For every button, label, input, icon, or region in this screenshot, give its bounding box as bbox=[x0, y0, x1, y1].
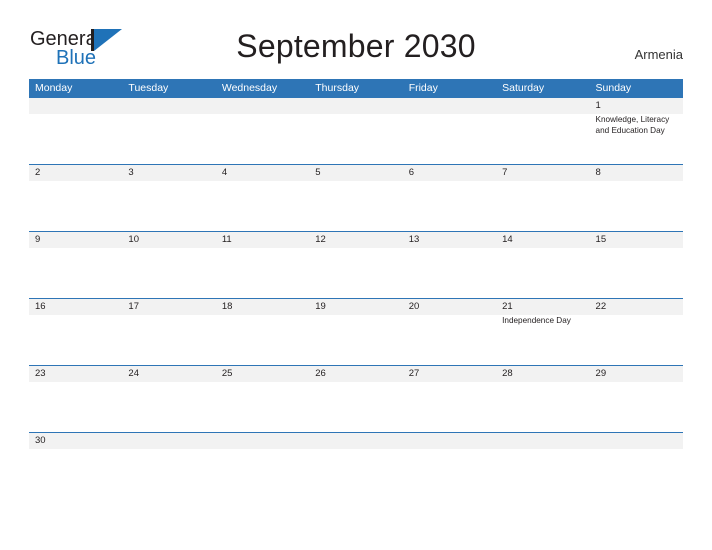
day-cell[interactable]: 20 bbox=[403, 299, 496, 365]
weekday-header-wednesday: Wednesday bbox=[221, 82, 278, 94]
day-number: 14 bbox=[502, 234, 513, 245]
day-cell[interactable]: 4 bbox=[216, 165, 309, 231]
weekday-header-sunday: Sunday bbox=[595, 82, 632, 94]
day-cell[interactable]: 17 bbox=[122, 299, 215, 365]
day-cell[interactable]: 30 bbox=[29, 433, 122, 499]
day-number: 12 bbox=[315, 234, 326, 245]
day-cell[interactable] bbox=[216, 433, 309, 499]
day-cell[interactable] bbox=[403, 433, 496, 499]
day-number: 16 bbox=[35, 301, 46, 312]
week-row: 23 24 25 26 27 28 29 bbox=[29, 365, 683, 432]
day-cell[interactable]: 1 Knowledge, Literacy and Education Day bbox=[590, 98, 683, 164]
day-cell[interactable]: 5 bbox=[309, 165, 402, 231]
day-number: 29 bbox=[595, 368, 607, 379]
day-cell[interactable]: 2 bbox=[29, 165, 122, 231]
day-number: 23 bbox=[35, 368, 46, 379]
calendar-page: General Blue September 2030 Armenia Mond… bbox=[0, 0, 712, 550]
day-number: 20 bbox=[408, 301, 420, 312]
day-number: 24 bbox=[128, 368, 139, 379]
day-cell[interactable] bbox=[590, 433, 683, 499]
page-header: General Blue September 2030 Armenia bbox=[0, 0, 712, 79]
day-number: 10 bbox=[128, 234, 139, 245]
day-number: 6 bbox=[408, 167, 414, 178]
day-number: 18 bbox=[221, 301, 233, 312]
day-number: 1 bbox=[595, 100, 601, 111]
day-number: 4 bbox=[221, 167, 228, 178]
day-cell[interactable]: 22 bbox=[590, 299, 683, 365]
week-row: 2 3 4 5 6 7 8 bbox=[29, 164, 683, 231]
day-cell[interactable]: 21 Independence Day bbox=[496, 299, 589, 365]
day-cell[interactable]: 23 bbox=[29, 366, 122, 432]
week-row: 9 10 11 12 13 14 15 bbox=[29, 231, 683, 298]
weekday-header-saturday: Saturday bbox=[502, 82, 545, 94]
day-cell[interactable]: 26 bbox=[309, 366, 402, 432]
day-cell[interactable]: 9 bbox=[29, 232, 122, 298]
calendar-grid: Monday Tuesday Wednesday Thursday Friday… bbox=[29, 79, 683, 499]
day-cell[interactable]: 12 bbox=[309, 232, 402, 298]
day-cell[interactable]: 13 bbox=[403, 232, 496, 298]
day-cell[interactable]: 18 bbox=[216, 299, 309, 365]
day-number: 30 bbox=[35, 435, 46, 446]
day-cell[interactable] bbox=[496, 433, 589, 499]
day-cell[interactable]: 16 bbox=[29, 299, 122, 365]
day-cell[interactable]: 29 bbox=[590, 366, 683, 432]
day-number: 11 bbox=[221, 234, 232, 245]
day-number: 9 bbox=[35, 234, 41, 245]
day-cell[interactable]: 10 bbox=[122, 232, 215, 298]
day-cell[interactable]: 3 bbox=[122, 165, 215, 231]
day-cell[interactable]: 8 bbox=[590, 165, 683, 231]
week-row: 16 17 18 19 20 21 Independence Day 22 bbox=[29, 298, 683, 365]
weekday-header-thursday: Thursday bbox=[315, 82, 360, 94]
weekday-header-monday: Monday bbox=[35, 82, 73, 94]
country-label: Armenia bbox=[634, 47, 683, 62]
day-cell[interactable]: 11 bbox=[216, 232, 309, 298]
weekday-header-tuesday: Tuesday bbox=[128, 82, 169, 94]
day-number: 2 bbox=[35, 167, 41, 178]
day-cell[interactable] bbox=[309, 433, 402, 499]
day-number: 17 bbox=[128, 301, 139, 312]
day-number: 22 bbox=[595, 301, 607, 312]
day-number: 15 bbox=[595, 234, 607, 245]
day-cell[interactable]: 19 bbox=[309, 299, 402, 365]
weekday-header-friday: Friday bbox=[408, 82, 438, 94]
day-number: 8 bbox=[595, 167, 601, 178]
day-number: 19 bbox=[315, 301, 326, 312]
day-number: 28 bbox=[502, 368, 513, 379]
day-event: Knowledge, Literacy and Education Day bbox=[595, 115, 670, 135]
day-cell[interactable] bbox=[216, 98, 309, 164]
day-number: 5 bbox=[315, 167, 321, 178]
day-cell[interactable]: 7 bbox=[496, 165, 589, 231]
day-number: 21 bbox=[502, 301, 513, 312]
day-cell[interactable]: 15 bbox=[590, 232, 683, 298]
day-number: 13 bbox=[408, 234, 420, 245]
day-number: 3 bbox=[128, 167, 134, 178]
day-cell[interactable] bbox=[122, 433, 215, 499]
day-event: Independence Day bbox=[502, 316, 571, 325]
day-cell[interactable] bbox=[122, 98, 215, 164]
week-row: 1 Knowledge, Literacy and Education Day bbox=[29, 97, 683, 164]
day-cell[interactable]: 24 bbox=[122, 366, 215, 432]
day-cell[interactable] bbox=[496, 98, 589, 164]
page-title: September 2030 bbox=[236, 28, 476, 64]
day-cell[interactable] bbox=[29, 98, 122, 164]
day-cell[interactable] bbox=[403, 98, 496, 164]
day-cell[interactable]: 27 bbox=[403, 366, 496, 432]
day-cell[interactable]: 14 bbox=[496, 232, 589, 298]
day-cell[interactable]: 28 bbox=[496, 366, 589, 432]
day-number: 26 bbox=[315, 368, 326, 379]
day-cell[interactable] bbox=[309, 98, 402, 164]
day-number: 7 bbox=[502, 167, 508, 178]
day-number: 25 bbox=[221, 368, 233, 379]
day-cell[interactable]: 6 bbox=[403, 165, 496, 231]
weekday-header-row: Monday Tuesday Wednesday Thursday Friday… bbox=[29, 79, 683, 97]
day-cell[interactable]: 25 bbox=[216, 366, 309, 432]
day-number: 27 bbox=[408, 368, 420, 379]
week-row: 30 bbox=[29, 432, 683, 499]
